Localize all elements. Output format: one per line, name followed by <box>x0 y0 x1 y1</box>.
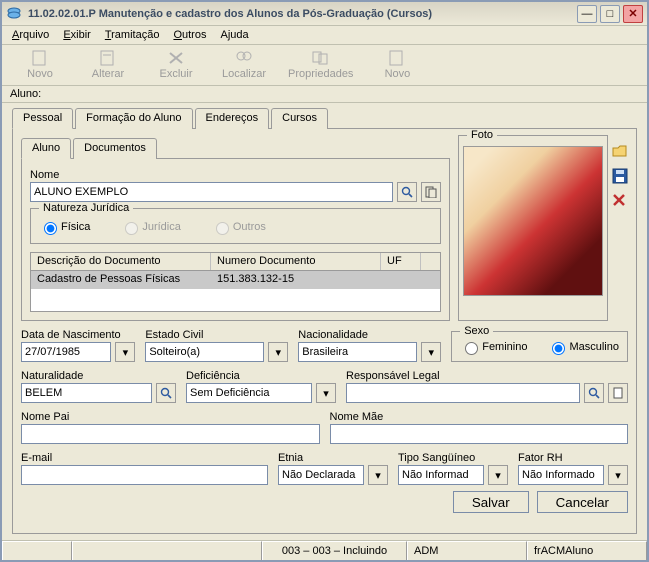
nac-label: Nacionalidade <box>298 329 441 341</box>
mae-input[interactable] <box>330 424 629 444</box>
subtab-documentos[interactable]: Documentos <box>73 138 157 159</box>
doc-col-uf[interactable]: UF <box>381 253 421 270</box>
doc-col-numero[interactable]: Numero Documento <box>211 253 381 270</box>
status-cell-3: 003 – 003 – Incluindo <box>262 541 407 560</box>
foto-box: Foto <box>458 135 608 321</box>
subpanel-aluno: Nome Natureza Jurídica <box>21 158 450 321</box>
radio-fisica[interactable]: Física <box>39 219 90 235</box>
nome-search-button[interactable] <box>397 182 417 202</box>
nac-select[interactable] <box>298 342 417 362</box>
cancelar-button[interactable]: Cancelar <box>537 491 628 513</box>
etnia-dropdown[interactable]: ▾ <box>368 465 388 485</box>
status-cell-1 <box>2 541 72 560</box>
titlebar: 11.02.02.01.P Manutenção e cadastro dos … <box>2 2 647 26</box>
email-input[interactable] <box>21 465 268 485</box>
tb-novo2[interactable]: Novo <box>369 47 425 82</box>
app-icon <box>6 6 22 22</box>
panel-pessoal: Aluno Documentos Nome <box>12 128 637 534</box>
tb-propriedades[interactable]: Propriedades <box>284 47 357 82</box>
rh-select[interactable] <box>518 465 604 485</box>
search-icon <box>401 186 413 198</box>
tb-novo[interactable]: Novo <box>12 47 68 82</box>
etnia-select[interactable] <box>278 465 364 485</box>
radio-juridica: Jurídica <box>120 219 181 235</box>
foto-save-button[interactable] <box>612 168 628 187</box>
email-label: E-mail <box>21 452 268 464</box>
resp-label: Responsável Legal <box>346 370 628 382</box>
nome-doc-button[interactable] <box>421 182 441 202</box>
nome-input[interactable] <box>30 182 393 202</box>
nasc-input[interactable] <box>21 342 111 362</box>
foto-legend: Foto <box>467 129 497 141</box>
resp-input[interactable] <box>346 383 580 403</box>
nasc-label: Data de Nascimento <box>21 329 135 341</box>
salvar-button[interactable]: Salvar <box>453 491 529 513</box>
nat-input[interactable] <box>21 383 152 403</box>
nac-dropdown[interactable]: ▾ <box>421 342 441 362</box>
nat-search-button[interactable] <box>156 383 176 403</box>
status-cell-5: frACMAluno <box>527 541 647 560</box>
nat-label: Naturalidade <box>21 370 176 382</box>
sang-label: Tipo Sangüíneo <box>398 452 508 464</box>
foto-open-button[interactable] <box>612 143 628 162</box>
sang-select[interactable] <box>398 465 484 485</box>
doc-table: Descrição do Documento Numero Documento … <box>30 252 441 312</box>
ecivil-dropdown[interactable]: ▾ <box>268 342 288 362</box>
tab-enderecos[interactable]: Endereços <box>195 108 270 129</box>
ecivil-select[interactable] <box>145 342 264 362</box>
close-button[interactable]: ✕ <box>623 5 643 23</box>
rh-label: Fator RH <box>518 452 628 464</box>
def-dropdown[interactable]: ▾ <box>316 383 336 403</box>
tab-formacao[interactable]: Formação do Aluno <box>75 108 192 129</box>
doc-col-descricao[interactable]: Descrição do Documento <box>31 253 211 270</box>
sexo-legend: Sexo <box>460 325 493 337</box>
document-icon <box>425 186 437 198</box>
nome-label: Nome <box>30 169 441 181</box>
sexo-fieldset: Sexo Feminino Masculino <box>451 331 628 362</box>
status-cell-2 <box>72 541 262 560</box>
radio-feminino[interactable]: Feminino <box>460 339 527 355</box>
minimize-button[interactable]: — <box>577 5 597 23</box>
main-tabs: Pessoal Formação do Aluno Endereços Curs… <box>12 107 637 128</box>
tab-cursos[interactable]: Cursos <box>271 108 328 129</box>
def-label: Deficiência <box>186 370 336 382</box>
app-window: 11.02.02.01.P Manutenção e cadastro dos … <box>0 0 649 562</box>
pai-label: Nome Pai <box>21 411 320 423</box>
radio-outros: Outros <box>211 219 266 235</box>
menu-tramitacao[interactable]: Tramitação <box>105 29 160 41</box>
tb-localizar[interactable]: Localizar <box>216 47 272 82</box>
sang-dropdown[interactable]: ▾ <box>488 465 508 485</box>
natureza-fieldset: Natureza Jurídica Física Jurídica Outros <box>30 208 441 244</box>
radio-masculino[interactable]: Masculino <box>547 339 619 355</box>
menu-exibir[interactable]: Exibir <box>63 29 91 41</box>
tab-pessoal[interactable]: Pessoal <box>12 108 73 129</box>
aluno-label: Aluno: <box>2 86 647 103</box>
foto-image <box>463 146 603 296</box>
tb-excluir[interactable]: Excluir <box>148 47 204 82</box>
etnia-label: Etnia <box>278 452 388 464</box>
resp-search-button[interactable] <box>584 383 604 403</box>
natureza-legend: Natureza Jurídica <box>39 202 133 214</box>
toolbar: Novo Alterar Excluir Localizar Proprieda… <box>2 45 647 86</box>
statusbar: 003 – 003 – Incluindo ADM frACMAluno <box>2 540 647 560</box>
menu-outros[interactable]: Outros <box>173 29 206 41</box>
rh-dropdown[interactable]: ▾ <box>608 465 628 485</box>
tb-alterar[interactable]: Alterar <box>80 47 136 82</box>
ecivil-label: Estado Civil <box>145 329 288 341</box>
menu-ajuda[interactable]: Ajuda <box>220 29 248 41</box>
mae-label: Nome Mãe <box>330 411 629 423</box>
doc-row[interactable]: Cadastro de Pessoas Físicas 151.383.132-… <box>31 271 440 289</box>
menubar: AArquivorquivo Exibir Tramitação Outros … <box>2 26 647 45</box>
window-title: 11.02.02.01.P Manutenção e cadastro dos … <box>28 8 432 20</box>
resp-new-button[interactable] <box>608 383 628 403</box>
subtab-aluno[interactable]: Aluno <box>21 138 71 159</box>
menu-arquivo[interactable]: AArquivorquivo <box>12 29 49 41</box>
foto-delete-button[interactable] <box>612 193 628 210</box>
status-cell-4: ADM <box>407 541 527 560</box>
nasc-dropdown[interactable]: ▾ <box>115 342 135 362</box>
def-select[interactable] <box>186 383 312 403</box>
pai-input[interactable] <box>21 424 320 444</box>
maximize-button[interactable]: □ <box>600 5 620 23</box>
